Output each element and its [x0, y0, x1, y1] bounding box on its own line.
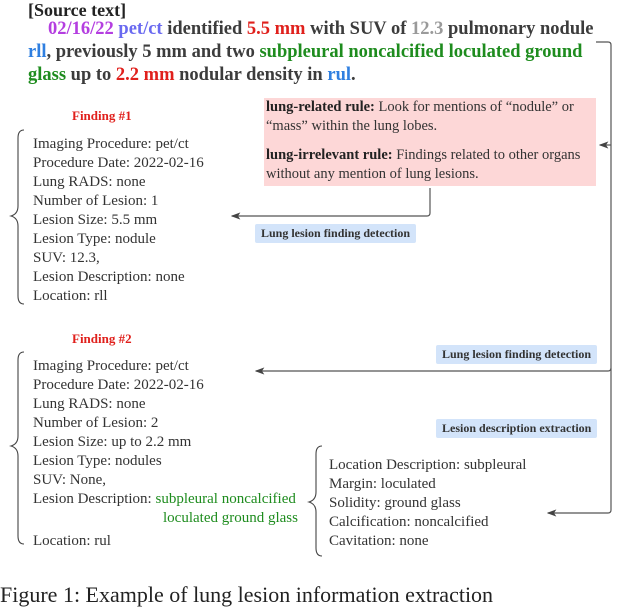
finding2-field: Lesion Type: nodules: [33, 453, 162, 469]
source-segment-plain: with SUV of: [305, 19, 411, 39]
source-segment-suv: 12.3: [411, 19, 444, 39]
finding2-field: SUV: None,: [33, 472, 107, 488]
finding2-description-cont: loculated ground glass: [163, 510, 298, 526]
description-field: Margin: loculated: [329, 476, 436, 492]
source-segment-plain: up to: [66, 65, 116, 85]
finding1-field: Lesion Description: none: [33, 269, 185, 285]
source-segment-plain: nodular density in: [174, 65, 328, 85]
source-segment-size: 5.5 mm: [246, 19, 306, 39]
finding1-field: Procedure Date: 2022-02-16: [33, 155, 204, 171]
source-segment-location: rll: [28, 42, 47, 62]
description-field: Calcification: noncalcified: [329, 514, 489, 530]
finding1-field: Imaging Procedure: pet/ct: [33, 136, 189, 152]
finding2-fields: Imaging Procedure: pet/ct Procedure Date:…: [33, 357, 298, 551]
finding2-field: Procedure Date: 2022-02-16: [33, 377, 204, 393]
finding1-field: Number of Lesion: 1: [33, 193, 159, 209]
finding2-field: Lesion Size: up to 2.2 mm: [33, 434, 192, 450]
finding1-field: Lung RADS: none: [33, 174, 146, 190]
description-field: Cavitation: none: [329, 533, 429, 549]
finding1-connector: [230, 188, 431, 220]
finding1-title: Finding #1: [72, 108, 132, 123]
finding2-field: Number of Lesion: 2: [33, 415, 159, 431]
source-text: 02/16/22 pet/ct identified 5.5 mm with S…: [28, 18, 598, 87]
finding1-field: SUV: 12.3,: [33, 250, 100, 266]
source-segment-date: 02/16/22: [48, 19, 114, 39]
finding2-description: Lesion Description: subpleural noncalcif…: [33, 491, 296, 507]
source-segment-location: rul: [327, 65, 351, 85]
description-fields: Location Description: subpleural Margin: …: [329, 456, 526, 551]
finding2-field: Imaging Procedure: pet/ct: [33, 358, 189, 374]
finding2-connector: [254, 367, 612, 375]
figure-caption: Figure 1: Example of lung lesion informa…: [0, 582, 494, 607]
extraction-tag: Lesion description extraction: [436, 419, 598, 438]
source-segment-size: 2.2 mm: [115, 65, 175, 85]
finding2-title: Finding #2: [72, 331, 132, 346]
source-segment-procedure: pet/ct: [118, 19, 163, 39]
finding2-location: Location: rul: [33, 533, 111, 549]
detection-tag-1: Lung lesion finding detection: [255, 224, 417, 243]
description-field: Solidity: ground glass: [329, 495, 461, 511]
finding1-field: Lesion Type: nodule: [33, 231, 156, 247]
finding2-field: Lung RADS: none: [33, 396, 146, 412]
source-segment-plain: identified: [162, 19, 247, 39]
description-field: Location Description: subpleural: [329, 457, 527, 473]
source-segment-plain: .: [351, 65, 356, 85]
finding1-fields: Imaging Procedure: pet/ct Procedure Date:…: [33, 135, 204, 306]
source-segment-plain: pulmonary nodule: [443, 19, 594, 39]
finding2-brace: [9, 351, 25, 545]
lung-irrelevant-rule: lung-irrelevant rule: Findings related t…: [266, 147, 581, 182]
finding1-field: Location: rll: [33, 288, 108, 304]
source-segment-plain: , previously 5 mm and two: [46, 42, 260, 62]
lung-related-rule: lung-related rule: Look for mentions of …: [266, 99, 574, 134]
detection-tag-2: Lung lesion finding detection: [436, 345, 598, 364]
finding1-field: Lesion Size: 5.5 mm: [33, 212, 158, 228]
description-brace: [307, 445, 323, 557]
rules-box: lung-related rule: Look for mentions of …: [264, 98, 596, 186]
finding1-brace: [9, 129, 25, 305]
